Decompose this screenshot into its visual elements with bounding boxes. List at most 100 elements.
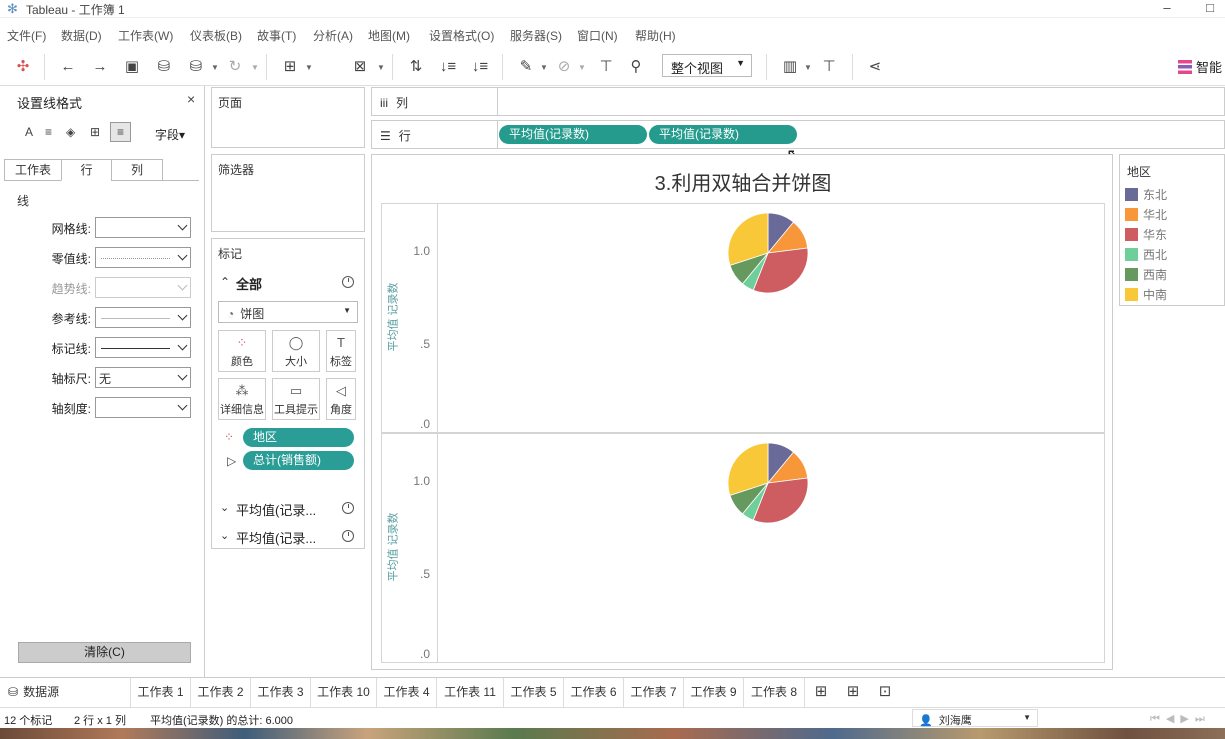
- field-dropdown[interactable]: 字段▾: [155, 126, 185, 143]
- maximize-button[interactable]: □: [1200, 0, 1220, 16]
- pie-chart-top[interactable]: [718, 204, 818, 304]
- new-worksheet-icon[interactable]: ⊞: [810, 681, 832, 703]
- new-datasource-icon[interactable]: ⛁: [153, 56, 175, 78]
- legend-item[interactable]: 华东: [1125, 226, 1167, 243]
- legend-item[interactable]: 华北: [1125, 206, 1167, 223]
- size-button[interactable]: ◯ 大小: [272, 330, 320, 372]
- legend-item[interactable]: 西南: [1125, 266, 1167, 283]
- refresh-icon[interactable]: ↻: [224, 56, 246, 78]
- zero-lines-dropdown[interactable]: [95, 247, 191, 268]
- menu-file[interactable]: 文件(F): [7, 27, 46, 44]
- columns-shelf[interactable]: iii 列: [371, 87, 1225, 116]
- sheet-nav-icon[interactable]: ⏮◀▶⏭: [1150, 712, 1211, 726]
- sort-ascending-icon[interactable]: ↓≡: [437, 56, 459, 78]
- row-pill-avg-records-1[interactable]: 平均值(记录数): [499, 125, 647, 144]
- angle-button[interactable]: ◁ 角度: [326, 378, 356, 420]
- sheet-tab[interactable]: 工作表 10: [310, 678, 376, 707]
- axis-ticks-label: 轴刻度:: [51, 402, 91, 416]
- shading-format-icon[interactable]: ◈: [66, 125, 75, 139]
- chevron-down-icon[interactable]: ⌄: [220, 529, 229, 542]
- pages-card[interactable]: 页面: [211, 87, 365, 148]
- filters-card[interactable]: 筛选器: [211, 154, 365, 232]
- label-button[interactable]: T 标签: [326, 330, 356, 372]
- borders-format-icon[interactable]: ⊞: [90, 125, 100, 139]
- region-pill[interactable]: 地区: [243, 428, 354, 447]
- color-legend: 地区 东北 华北 华东 西北 西南 中南: [1119, 154, 1225, 306]
- group-members-icon[interactable]: ⊘: [553, 56, 575, 78]
- sheet-tab[interactable]: 工作表 2: [190, 678, 250, 707]
- axis-rulers-dropdown[interactable]: 无: [95, 367, 191, 388]
- menu-server[interactable]: 服务器(S): [510, 27, 562, 44]
- drop-lines-dropdown[interactable]: [95, 337, 191, 358]
- highlight-icon[interactable]: ✎: [515, 56, 537, 78]
- menu-window[interactable]: 窗口(N): [577, 27, 618, 44]
- sheet-tab[interactable]: 工作表 9: [683, 678, 743, 707]
- redo-icon[interactable]: →: [89, 56, 111, 78]
- new-worksheet-icon[interactable]: ⊞: [279, 56, 301, 78]
- legend-item[interactable]: 中南: [1125, 286, 1167, 303]
- presentation-mode-icon[interactable]: ⊤: [818, 56, 840, 78]
- sum-sales-pill[interactable]: 总计(销售额): [243, 451, 354, 470]
- sheet-tab[interactable]: 工作表 6: [563, 678, 623, 707]
- pie-chart-bottom[interactable]: [718, 434, 818, 534]
- close-icon[interactable]: ×: [187, 91, 195, 107]
- tableau-home-icon[interactable]: ✣: [12, 56, 34, 78]
- fix-axes-icon[interactable]: ⚲: [625, 56, 647, 78]
- show-me-button[interactable]: 智能: [1178, 57, 1222, 76]
- sheet-tab[interactable]: 工作表 7: [623, 678, 683, 707]
- sort-descending-icon[interactable]: ↓≡: [469, 56, 491, 78]
- menu-story[interactable]: 故事(T): [257, 27, 296, 44]
- menu-dashboard[interactable]: 仪表板(B): [190, 27, 242, 44]
- gridlines-dropdown[interactable]: [95, 217, 191, 238]
- color-button[interactable]: ⁘ 颜色: [218, 330, 266, 372]
- undo-icon[interactable]: ←: [57, 56, 79, 78]
- chevron-down-icon[interactable]: ⌃: [220, 275, 230, 289]
- pause-updates-icon[interactable]: ⛁: [185, 56, 207, 78]
- data-source-tab[interactable]: ⛁ 数据源: [0, 678, 130, 707]
- view-size-select[interactable]: 整个视图 ▼: [662, 54, 752, 77]
- reference-lines-dropdown[interactable]: [95, 307, 191, 328]
- save-icon[interactable]: ▣: [121, 56, 143, 78]
- axis1-marks-label[interactable]: 平均值(记录...: [236, 500, 316, 519]
- tab-rows[interactable]: 行: [61, 159, 112, 181]
- tab-sheet[interactable]: 工作表: [4, 159, 62, 181]
- mark-type-select[interactable]: ◔ 饼图 ▼: [218, 301, 358, 323]
- clear-sheet-icon[interactable]: ⊠: [349, 56, 371, 78]
- menu-help[interactable]: 帮助(H): [635, 27, 676, 44]
- new-story-icon[interactable]: ⊡: [874, 681, 896, 703]
- legend-item[interactable]: 东北: [1125, 186, 1167, 203]
- share-icon[interactable]: ⋖: [864, 56, 886, 78]
- menu-format[interactable]: 设置格式(O): [429, 27, 494, 44]
- clear-button[interactable]: 清除(C): [18, 642, 191, 663]
- alignment-format-icon[interactable]: ≡: [45, 125, 52, 139]
- tab-columns[interactable]: 列: [111, 159, 163, 181]
- show-cards-icon[interactable]: ▥: [779, 56, 801, 78]
- sheet-tab[interactable]: 工作表 11: [436, 678, 503, 707]
- tooltip-button[interactable]: ▭ 工具提示: [272, 378, 320, 420]
- chevron-down-icon[interactable]: ⌄: [220, 501, 229, 514]
- menu-worksheet[interactable]: 工作表(W): [118, 27, 173, 44]
- menu-analysis[interactable]: 分析(A): [313, 27, 353, 44]
- sheet-tab[interactable]: 工作表 4: [376, 678, 436, 707]
- sheet-tab[interactable]: 工作表 1: [130, 678, 190, 707]
- axis2-marks-label[interactable]: 平均值(记录...: [236, 528, 316, 547]
- marks-all-label[interactable]: 全部: [236, 274, 262, 293]
- new-dashboard-icon[interactable]: ⊞: [842, 681, 864, 703]
- size-icon: ◯: [288, 335, 304, 350]
- sheet-tab[interactable]: 工作表 8: [743, 678, 805, 707]
- lines-format-icon[interactable]: ≡: [110, 122, 131, 142]
- user-menu[interactable]: 👤 刘海鹰 ▼: [912, 709, 1038, 727]
- minimize-button[interactable]: –: [1157, 0, 1177, 16]
- menu-data[interactable]: 数据(D): [61, 27, 102, 44]
- font-format-icon[interactable]: A: [25, 125, 33, 139]
- legend-item[interactable]: 西北: [1125, 246, 1167, 263]
- show-labels-icon[interactable]: ⊤: [595, 56, 617, 78]
- axis-ticks-dropdown[interactable]: [95, 397, 191, 418]
- detail-button[interactable]: ⁂ 详细信息: [218, 378, 266, 420]
- swap-rows-columns-icon[interactable]: ⇅: [405, 56, 427, 78]
- format-lines-pane: 设置线格式 × A ≡ ◈ ⊞ ≡ 字段▾ 工作表 行 列 线 网格线: 零值线…: [0, 86, 205, 677]
- row-pill-avg-records-2[interactable]: 平均值(记录数): [649, 125, 797, 144]
- menu-map[interactable]: 地图(M): [368, 27, 410, 44]
- sheet-tab[interactable]: 工作表 5: [503, 678, 563, 707]
- sheet-tab[interactable]: 工作表 3: [250, 678, 310, 707]
